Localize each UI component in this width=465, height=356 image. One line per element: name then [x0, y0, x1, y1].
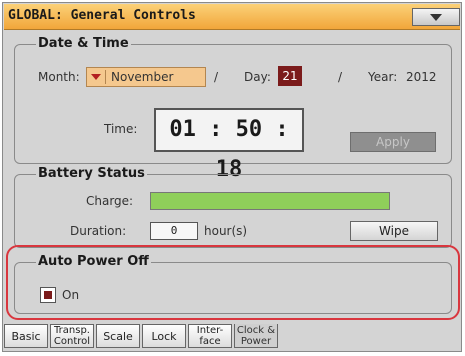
charge-bar-fill	[151, 193, 389, 209]
time-field[interactable]: 01 : 50 : 18	[154, 108, 304, 182]
charge-bar	[150, 192, 390, 210]
tab-clock-power[interactable]: Clock & Power	[234, 324, 278, 348]
title-bar: GLOBAL: General Controls	[4, 4, 460, 30]
year-value[interactable]: 2012	[406, 70, 437, 84]
time-label: Time:	[104, 122, 138, 136]
page-menu-button[interactable]	[412, 8, 460, 26]
page-title: GLOBAL: General Controls	[8, 8, 196, 23]
day-field[interactable]: 21	[278, 66, 302, 86]
month-label: Month:	[38, 70, 80, 84]
date-time-group-title: Date & Time	[36, 36, 131, 51]
auto-power-off-checkbox[interactable]	[40, 287, 56, 303]
month-value: November	[111, 70, 174, 84]
duration-label: Duration:	[70, 224, 127, 238]
apply-button[interactable]: Apply	[350, 132, 436, 152]
chevron-down-icon	[430, 14, 442, 21]
tab-interface[interactable]: Inter- face	[188, 324, 232, 348]
duration-unit: hour(s)	[204, 224, 248, 238]
charge-label: Charge:	[86, 194, 134, 208]
day-label: Day:	[244, 70, 271, 84]
auto-power-off-group	[14, 262, 452, 314]
battery-status-group-title: Battery Status	[36, 166, 147, 181]
date-separator: /	[338, 70, 343, 84]
auto-power-off-group-title: Auto Power Off	[36, 254, 151, 269]
chevron-down-icon	[91, 74, 101, 80]
year-label: Year:	[368, 70, 398, 84]
date-separator: /	[214, 70, 219, 84]
tab-scale[interactable]: Scale	[96, 324, 140, 348]
duration-field[interactable]: 0	[150, 222, 198, 240]
tab-basic[interactable]: Basic	[4, 324, 48, 348]
checkbox-mark	[44, 291, 52, 299]
wipe-button[interactable]: Wipe	[350, 221, 438, 241]
month-dropdown[interactable]: November	[86, 67, 206, 87]
dropdown-separator	[105, 70, 106, 84]
tab-lock[interactable]: Lock	[142, 324, 186, 348]
tab-transp-control[interactable]: Transp. Control	[50, 324, 94, 348]
auto-power-off-label: On	[62, 288, 80, 302]
